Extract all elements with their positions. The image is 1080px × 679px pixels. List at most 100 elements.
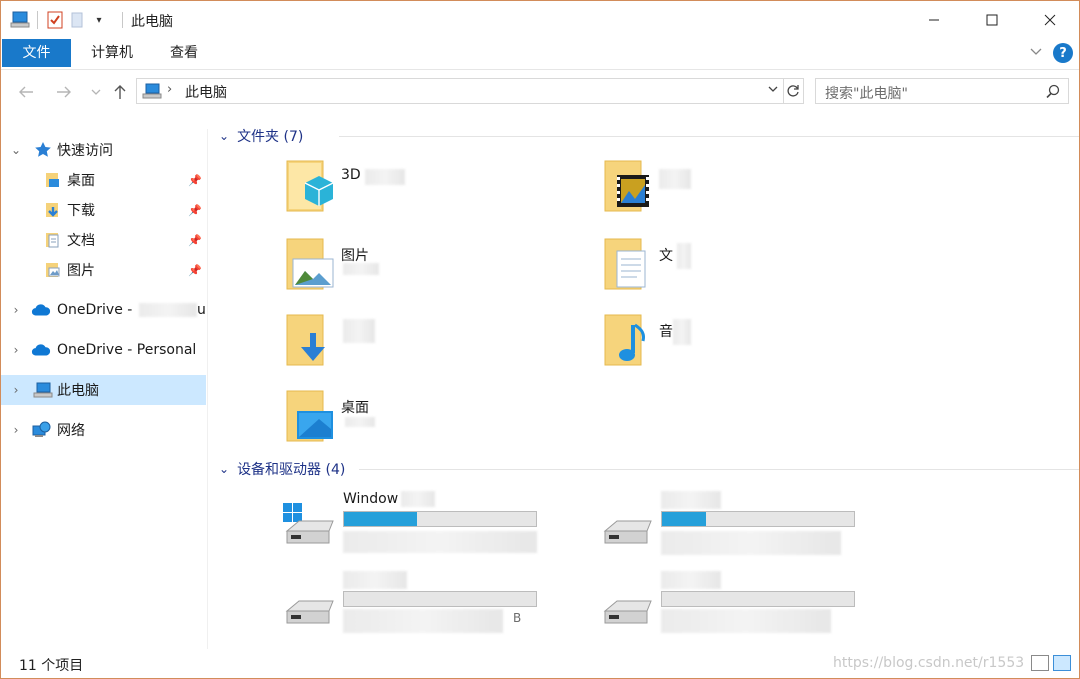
redacted-text <box>401 491 435 507</box>
search-placeholder: 搜索"此电脑" <box>825 86 908 102</box>
drive-item[interactable] <box>599 571 899 635</box>
nav-label: OneDrive - Personal <box>57 342 197 358</box>
redacted-text <box>673 319 691 345</box>
ribbon-tabs: 文件 计算机 查看 ? <box>1 39 1079 70</box>
pictures-icon <box>286 238 334 290</box>
nav-this-pc[interactable]: › 此电脑 <box>1 375 206 405</box>
expand-chevron-icon[interactable]: › <box>9 303 23 317</box>
forward-button[interactable] <box>53 80 75 104</box>
group-header-drives[interactable]: ⌄ 设备和驱动器 (4) <box>219 458 1079 480</box>
pin-icon[interactable]: 📌 <box>188 204 202 217</box>
nav-network[interactable]: › 网络 <box>1 415 206 445</box>
expand-chevron-icon[interactable]: › <box>9 423 23 437</box>
search-box[interactable]: 搜索"此电脑" <box>815 78 1069 104</box>
group-divider <box>339 136 1079 137</box>
folder-item[interactable]: 桌面 <box>285 387 585 447</box>
refresh-button[interactable] <box>782 78 804 104</box>
large-icons-view-icon[interactable] <box>1053 655 1071 671</box>
documents-folder-icon <box>43 230 63 250</box>
group-header-folders[interactable]: ⌄ 文件夹 (7) <box>219 125 1079 147</box>
tab-view[interactable]: 查看 <box>159 39 209 67</box>
maximize-button[interactable] <box>963 1 1021 39</box>
redacted-text <box>661 571 721 589</box>
redacted-text <box>677 243 691 269</box>
tab-file[interactable]: 文件 <box>2 39 71 67</box>
folder-name: 桌面 <box>341 400 369 416</box>
hard-drive-icon <box>603 520 652 544</box>
customize-toolbar-icon[interactable]: ▾ <box>88 9 110 31</box>
redacted-text <box>343 531 537 553</box>
pictures-folder-icon <box>43 260 63 280</box>
onedrive-cloud-icon <box>31 300 51 320</box>
folder-item[interactable]: 图片 <box>285 235 585 295</box>
redacted-text <box>365 169 405 185</box>
nav-label-suffix: u <box>197 302 206 318</box>
content-pane: ⌄ 文件夹 (7) 3D 图片 文 音 桌面 ⌄ 设备和驱动器 (4) Wind… <box>209 113 1079 649</box>
onedrive-cloud-icon <box>31 340 51 360</box>
folder-item[interactable] <box>603 157 903 217</box>
star-icon <box>33 140 53 160</box>
status-bar: 11 个项目 https://blog.csdn.net/r1553 <box>1 649 1079 678</box>
drive-item[interactable]: B <box>281 571 581 635</box>
drive-item[interactable]: Window <box>281 491 581 555</box>
folder-item[interactable]: 3D <box>285 157 585 217</box>
downloads-icon <box>286 314 325 366</box>
pin-icon[interactable]: 📌 <box>188 174 202 187</box>
folder-item[interactable]: 文 <box>603 235 903 295</box>
back-arrow-icon <box>19 86 33 98</box>
nav-pinned-desktop[interactable]: 桌面 📌 <box>1 165 206 195</box>
redacted-text <box>661 609 831 633</box>
redacted-text <box>343 571 407 589</box>
properties-icon[interactable] <box>44 9 66 31</box>
title-bar: ▾ 此电脑 <box>1 1 1079 39</box>
collapse-chevron-icon[interactable]: ⌄ <box>219 462 229 476</box>
group-title: 设备和驱动器 (4) <box>237 462 346 478</box>
back-button[interactable] <box>15 80 37 104</box>
drive-item[interactable] <box>599 491 899 555</box>
expand-ribbon-icon[interactable] <box>1029 46 1043 60</box>
drive-usage-bar <box>343 511 537 527</box>
details-view-icon[interactable] <box>1031 655 1049 671</box>
breadcrumb-this-pc[interactable]: 此电脑 <box>185 82 227 102</box>
address-history-icon[interactable] <box>767 83 779 99</box>
desktop-icon <box>286 390 333 442</box>
documents-icon <box>604 238 646 290</box>
recent-locations-button[interactable] <box>85 80 107 104</box>
folder-name: 图片 <box>341 248 369 264</box>
nav-quick-access[interactable]: ⌄ 快速访问 <box>1 135 206 165</box>
nav-onedrive-business[interactable]: › OneDrive - u <box>1 295 206 325</box>
3d-objects-icon <box>286 160 334 212</box>
expand-chevron-icon[interactable]: › <box>9 383 23 397</box>
nav-pinned-downloads[interactable]: 下载 📌 <box>1 195 206 225</box>
nav-pinned-pictures[interactable]: 图片 📌 <box>1 255 206 285</box>
nav-label: 文档 <box>67 233 95 249</box>
nav-label: 图片 <box>67 263 95 279</box>
new-folder-icon[interactable] <box>66 9 88 31</box>
hard-drive-icon <box>603 600 652 624</box>
collapse-chevron-icon[interactable]: ⌄ <box>219 129 229 143</box>
nav-label: OneDrive - <box>57 302 133 318</box>
breadcrumb-separator-icon[interactable]: › <box>167 82 172 97</box>
redacted-text <box>661 491 721 509</box>
up-button[interactable] <box>109 80 131 104</box>
drive-usage-fill <box>662 512 707 526</box>
expand-chevron-icon[interactable]: › <box>9 343 23 357</box>
folder-item[interactable] <box>285 311 585 371</box>
view-switcher <box>1027 655 1071 671</box>
windows-drive-icon <box>283 503 334 544</box>
tab-computer[interactable]: 计算机 <box>79 39 145 67</box>
drive-usage-bar <box>343 591 537 607</box>
minimize-button[interactable] <box>905 1 963 39</box>
address-bar[interactable]: › 此电脑 <box>136 78 784 104</box>
nav-pinned-documents[interactable]: 文档 📌 <box>1 225 206 255</box>
search-icon[interactable] <box>1046 84 1060 102</box>
pin-icon[interactable]: 📌 <box>188 234 202 247</box>
folder-name: 3D <box>341 167 361 183</box>
drive-usage-fill <box>344 512 417 526</box>
nav-onedrive-personal[interactable]: › OneDrive - Personal <box>1 335 206 365</box>
help-icon[interactable]: ? <box>1053 43 1073 63</box>
pin-icon[interactable]: 📌 <box>188 264 202 277</box>
close-button[interactable] <box>1021 1 1079 39</box>
collapse-chevron-icon[interactable]: ⌄ <box>9 143 23 157</box>
folder-item[interactable]: 音 <box>603 311 903 371</box>
